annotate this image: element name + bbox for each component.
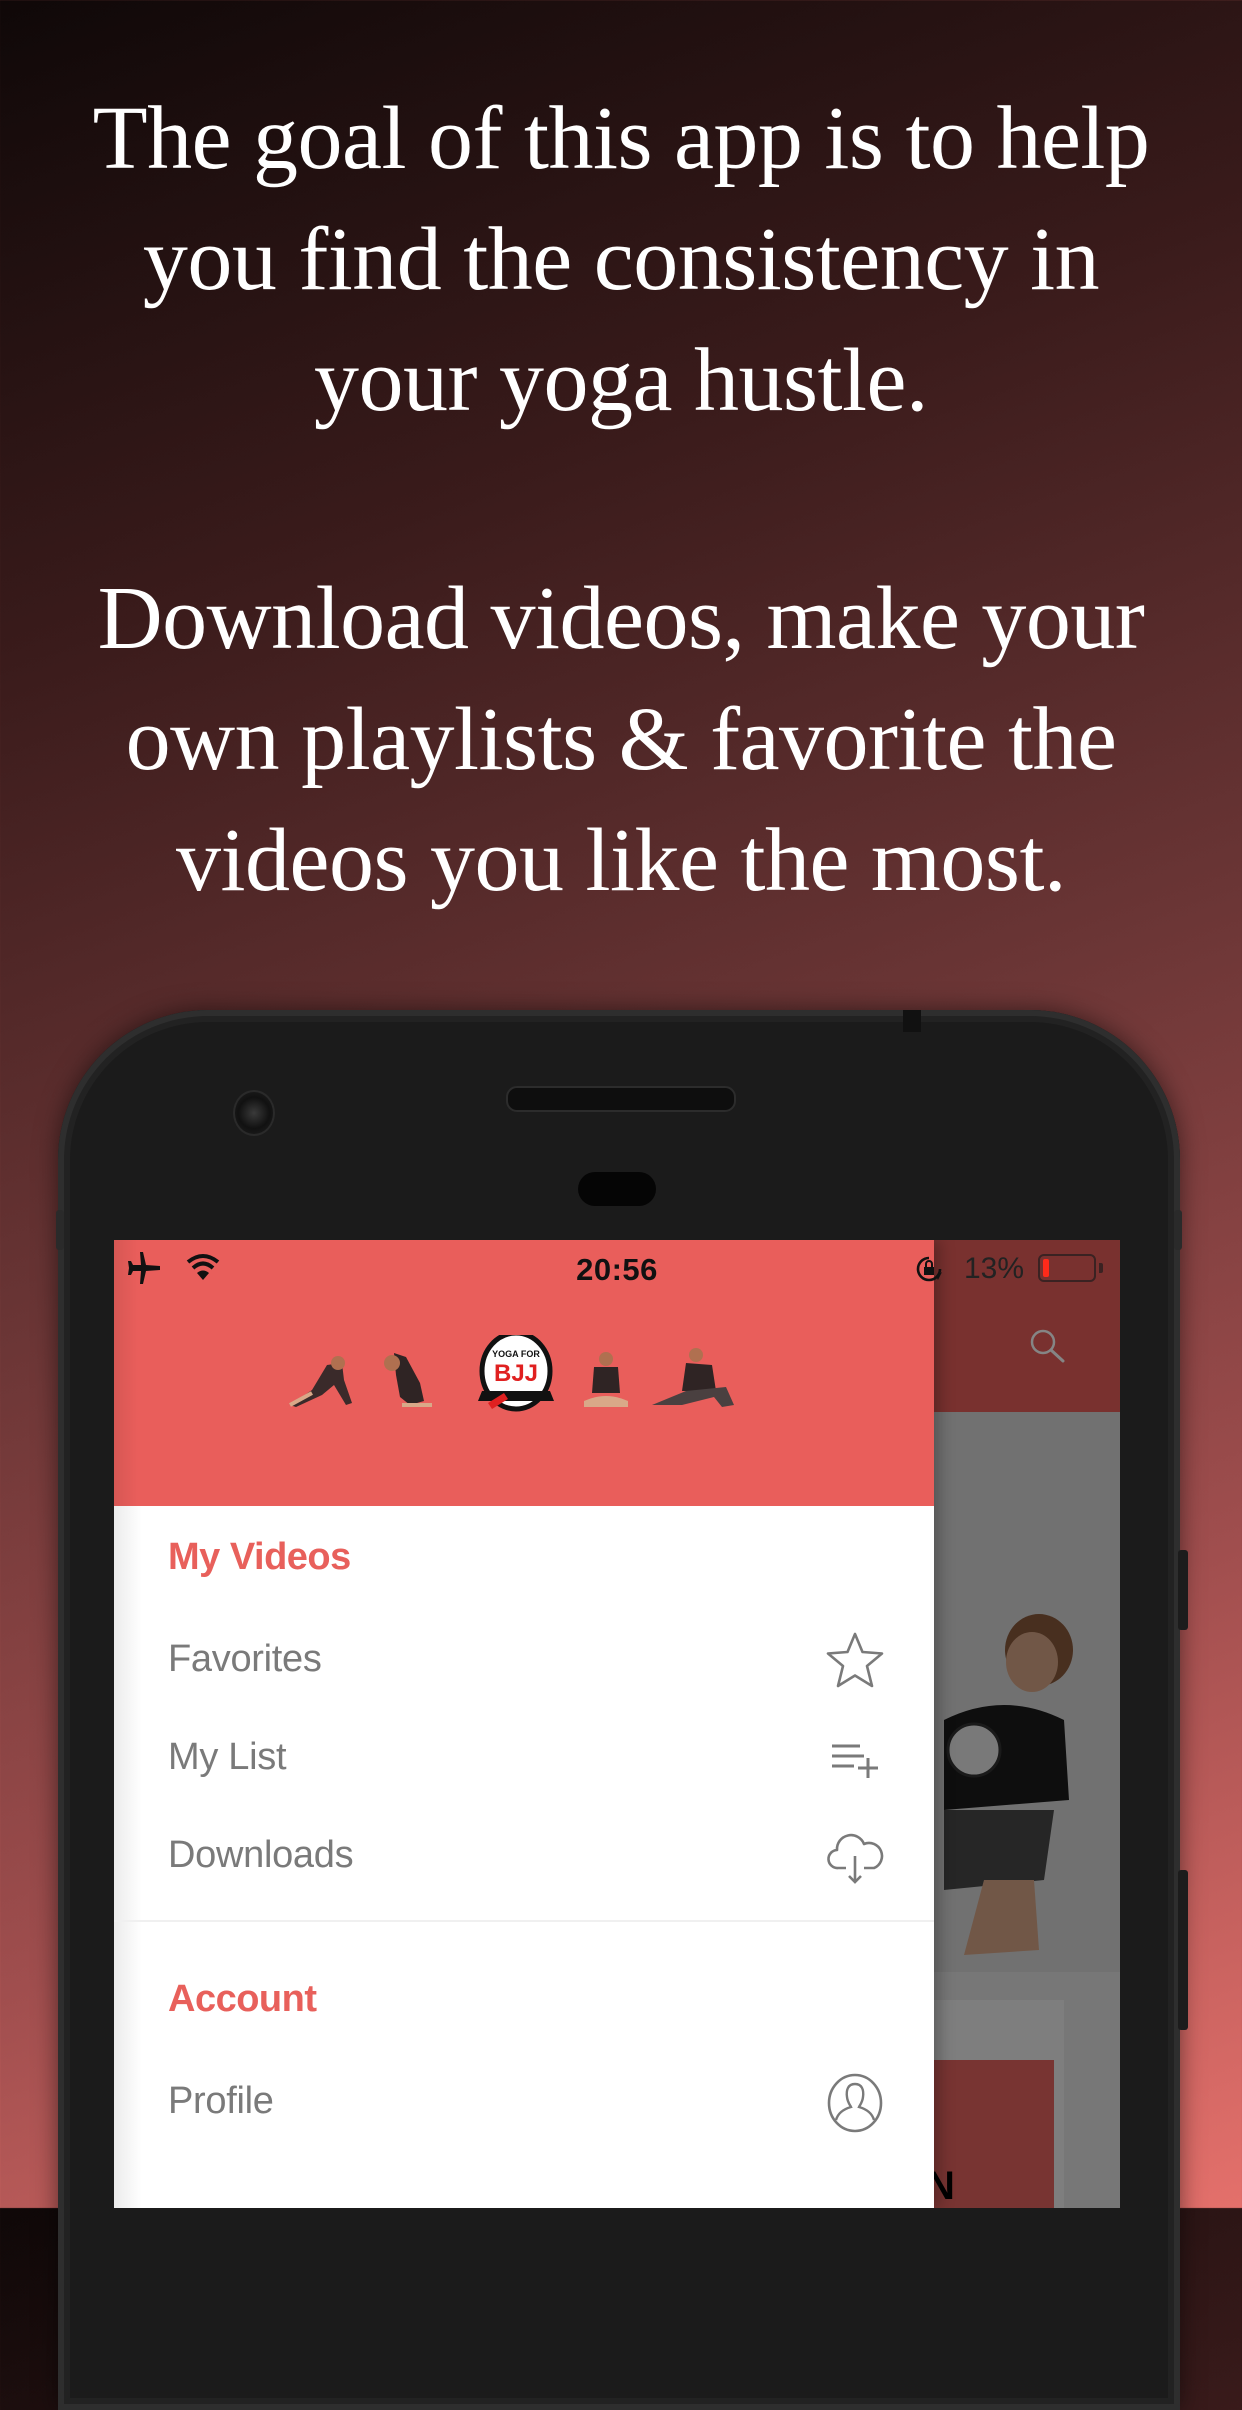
yoga-pose-figure [584, 1352, 628, 1407]
side-button [56, 1210, 64, 1250]
cloud-download-icon [827, 1833, 884, 1884]
battery-icon [1038, 1254, 1096, 1282]
menu-item-profile[interactable]: Profile [114, 2058, 934, 2148]
menu-item-label: My List [168, 1736, 287, 1778]
yoga-for-bjj-logo: YOGA FOR BJJ [478, 1335, 554, 1412]
promo-line: your yoga hustle. [314, 331, 928, 430]
yoga-pose-figure [384, 1353, 432, 1407]
front-camera-icon [233, 1090, 275, 1136]
status-bar: 20:56 13% [114, 1240, 1120, 1298]
promo-text-features: Download videos, make your own playlists… [0, 558, 1242, 921]
profile-icon [827, 2073, 883, 2133]
menu-item-favorites[interactable]: Favorites [114, 1616, 934, 1706]
menu-item-label: Downloads [168, 1834, 354, 1876]
section-title-my-videos: My Videos [168, 1536, 351, 1578]
logo-small-text: YOGA FOR [492, 1349, 540, 1359]
section-title-account: Account [168, 1978, 317, 2020]
drawer-menu: My Videos Favorites My List Downloads Ac… [114, 1506, 934, 2208]
menu-item-downloads[interactable]: Downloads [114, 1812, 934, 1902]
antenna-line [903, 1010, 921, 1032]
earpiece-speaker [506, 1086, 736, 1112]
promo-line: The goal of this app is to help [92, 89, 1150, 188]
battery-level-fill [1043, 1259, 1049, 1277]
promo-text-goal: The goal of this app is to help you find… [0, 78, 1242, 441]
navigation-drawer: YOGA FOR BJJ My Videos Favorites My List… [114, 1240, 934, 2208]
yoga-pose-figure [652, 1348, 734, 1407]
phone-screen: N YOGA FOR BJJ My Videos Favorites My Li… [114, 1240, 1120, 2208]
menu-item-my-list[interactable]: My List [114, 1714, 934, 1804]
rotation-lock-icon [916, 1256, 942, 1282]
promo-line: you find the consistency in [142, 210, 1100, 309]
promo-line: Download videos, make your [97, 569, 1145, 668]
logo-main-text: BJJ [494, 1360, 538, 1387]
promo-line: videos you like the most. [176, 811, 1066, 910]
volume-button [1178, 1870, 1188, 2030]
yoga-for-bjj-banner: YOGA FOR BJJ [289, 1335, 734, 1412]
star-icon [826, 1632, 884, 1688]
battery-percentage: 13% [964, 1252, 1025, 1285]
proximity-sensor [578, 1172, 656, 1206]
menu-item-label: Favorites [168, 1638, 322, 1680]
volume-button [1178, 1550, 1188, 1630]
playlist-add-icon [832, 1744, 878, 1778]
yoga-pose-figure [289, 1356, 352, 1407]
battery-tip [1099, 1263, 1103, 1273]
promo-line: own playlists & favorite the [125, 690, 1117, 789]
section-divider [114, 1920, 934, 1922]
menu-item-label: Profile [168, 2080, 274, 2122]
side-button [1174, 1210, 1182, 1250]
